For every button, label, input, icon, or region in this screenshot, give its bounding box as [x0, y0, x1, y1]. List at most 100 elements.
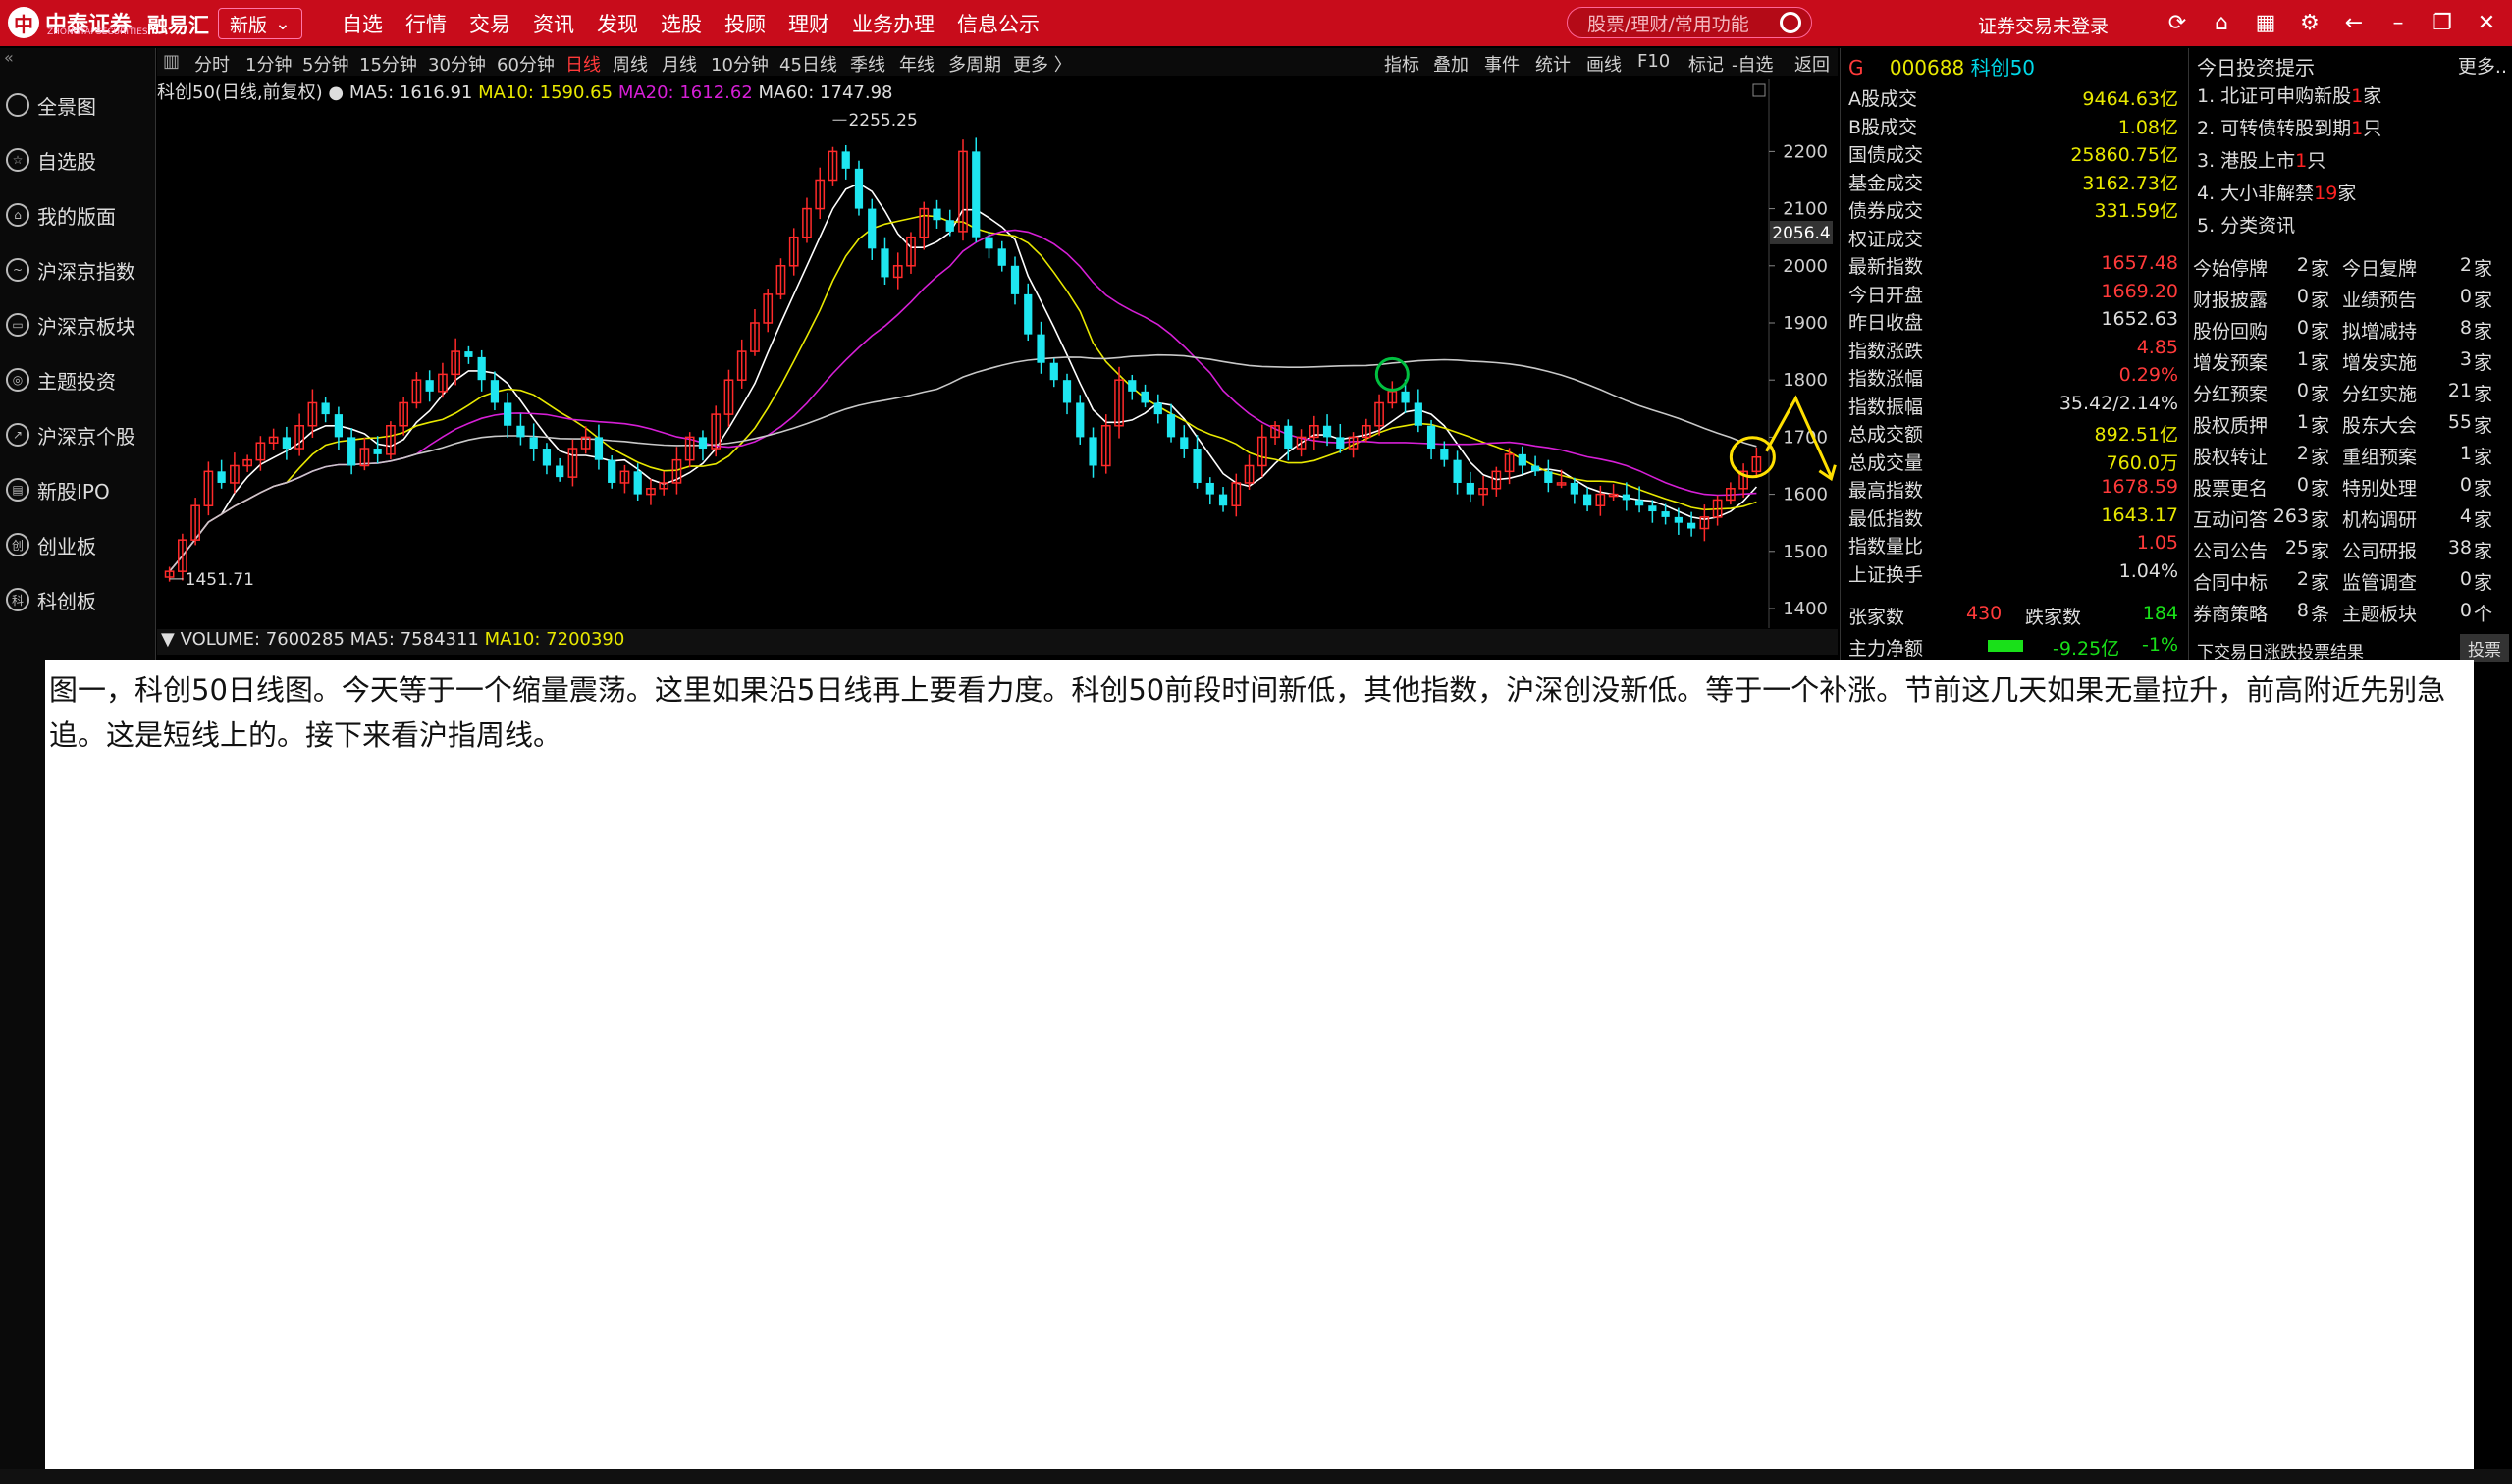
- period-tab[interactable]: 分时: [194, 51, 230, 77]
- tip-grid-cell[interactable]: 监管调查: [2342, 568, 2417, 598]
- tip-grid-cell[interactable]: 个: [2474, 600, 2492, 629]
- tip-grid-cell[interactable]: 机构调研: [2342, 505, 2417, 535]
- tip-grid-cell[interactable]: 增发实施: [2342, 348, 2417, 378]
- tool-button[interactable]: -自选: [1732, 51, 1774, 77]
- tip-grid-cell[interactable]: 家: [2311, 411, 2329, 441]
- period-tab[interactable]: 30分钟: [428, 51, 486, 77]
- tip-item[interactable]: 3. 港股上市1只: [2197, 146, 2325, 176]
- tip-grid-cell[interactable]: 1: [2248, 411, 2309, 441]
- tip-grid-cell[interactable]: 8: [2415, 317, 2472, 346]
- tip-grid-cell[interactable]: 2: [2415, 254, 2472, 284]
- tip-grid-cell[interactable]: 家: [2311, 537, 2329, 566]
- tip-grid-cell[interactable]: 条: [2311, 600, 2329, 629]
- menu-item[interactable]: 业务办理: [849, 9, 954, 38]
- vote-button[interactable]: 投票: [2460, 634, 2509, 662]
- grid-icon[interactable]: ▦: [2253, 10, 2278, 35]
- tip-item[interactable]: 1. 北证可申购新股1家: [2197, 81, 2381, 111]
- tip-grid-cell[interactable]: 1: [2415, 443, 2472, 472]
- period-tab[interactable]: 45日线: [779, 51, 837, 77]
- nav-item-star[interactable]: 科科创板: [0, 572, 155, 627]
- tip-grid-cell[interactable]: 家: [2474, 568, 2492, 598]
- period-tab[interactable]: 10分钟: [711, 51, 769, 77]
- nav-item-chinext[interactable]: 创创业板: [0, 517, 155, 572]
- tip-grid-cell[interactable]: 主题板块: [2342, 600, 2417, 629]
- period-tab[interactable]: 15分钟: [359, 51, 417, 77]
- tip-grid-cell[interactable]: 家: [2311, 254, 2329, 284]
- layout-icon[interactable]: ▥: [163, 51, 180, 72]
- tool-button[interactable]: 返回: [1794, 51, 1830, 77]
- menu-item[interactable]: 选股: [658, 9, 722, 38]
- tip-grid-cell[interactable]: 家: [2474, 286, 2492, 315]
- tip-grid-cell[interactable]: 家: [2474, 348, 2492, 378]
- tip-grid-cell[interactable]: 家: [2311, 505, 2329, 535]
- tip-grid-cell[interactable]: 业绩预告: [2342, 286, 2417, 315]
- back-arrow-icon[interactable]: ←: [2341, 10, 2367, 35]
- tool-button[interactable]: 标记: [1688, 51, 1724, 77]
- tip-grid-cell[interactable]: 263: [2248, 505, 2309, 535]
- tip-grid-cell[interactable]: 家: [2311, 474, 2329, 504]
- tool-button[interactable]: 叠加: [1433, 51, 1469, 77]
- tip-grid-cell[interactable]: 0: [2415, 286, 2472, 315]
- tip-grid-cell[interactable]: 家: [2474, 380, 2492, 409]
- restore-icon[interactable]: ❐: [2430, 10, 2455, 35]
- period-tab[interactable]: 多周期: [948, 51, 1001, 77]
- volume-collapse-icon[interactable]: ▼: [161, 629, 175, 650]
- tool-button[interactable]: 指标: [1384, 51, 1419, 77]
- menu-item[interactable]: 信息公示: [954, 9, 1059, 38]
- tip-grid-cell[interactable]: 55: [2415, 411, 2472, 441]
- brand-name[interactable]: 融易汇: [147, 10, 209, 39]
- tip-grid-cell[interactable]: 公司研报: [2342, 537, 2417, 566]
- tip-grid-cell[interactable]: 8: [2248, 600, 2309, 629]
- period-tab[interactable]: 1分钟: [245, 51, 292, 77]
- tip-grid-cell[interactable]: 2: [2248, 568, 2309, 598]
- tool-button[interactable]: 统计: [1535, 51, 1571, 77]
- tip-grid-cell[interactable]: 1: [2248, 348, 2309, 378]
- menu-item[interactable]: 发现: [594, 9, 658, 38]
- nav-item-sectors[interactable]: ▭ 沪深京板块: [0, 297, 155, 352]
- period-tab-active[interactable]: 日线: [565, 51, 601, 77]
- tip-item[interactable]: 2. 可转债转股到期1只: [2197, 114, 2381, 143]
- tip-grid-cell[interactable]: 0: [2248, 474, 2309, 504]
- nav-item-watchlist[interactable]: ☆ 自选股: [0, 132, 155, 187]
- tool-button[interactable]: 事件: [1484, 51, 1520, 77]
- tip-grid-cell[interactable]: 家: [2474, 411, 2492, 441]
- tip-grid-cell[interactable]: 家: [2311, 286, 2329, 315]
- tip-grid-cell[interactable]: 0: [2415, 474, 2472, 504]
- tool-button[interactable]: F10: [1637, 51, 1670, 72]
- nav-item-index[interactable]: ~ 沪深京指数: [0, 242, 155, 297]
- nav-item-my-layout[interactable]: ⌂ 我的版面: [0, 187, 155, 242]
- tip-grid-cell[interactable]: 今日复牌: [2342, 254, 2417, 284]
- tip-grid-cell[interactable]: 家: [2474, 443, 2492, 472]
- tip-grid-cell[interactable]: 家: [2311, 380, 2329, 409]
- login-status[interactable]: 证券交易未登录: [1978, 12, 2109, 38]
- collapse-icon[interactable]: «: [4, 48, 14, 67]
- nav-item-overview[interactable]: 全景图: [0, 78, 155, 132]
- menu-item[interactable]: 行情: [402, 9, 466, 38]
- tip-grid-cell[interactable]: 2: [2248, 254, 2309, 284]
- tip-grid-cell[interactable]: 0: [2415, 600, 2472, 629]
- period-tab[interactable]: 5分钟: [302, 51, 348, 77]
- tip-grid-cell[interactable]: 0: [2415, 568, 2472, 598]
- tip-grid-cell[interactable]: 家: [2311, 443, 2329, 472]
- tip-grid-cell[interactable]: 重组预案: [2342, 443, 2417, 472]
- nav-item-ipo[interactable]: ▤ 新股IPO: [0, 462, 155, 517]
- tip-item[interactable]: 5. 分类资讯: [2197, 211, 2295, 240]
- nav-item-themes[interactable]: ◎ 主题投资: [0, 352, 155, 407]
- tip-grid-cell[interactable]: 家: [2311, 348, 2329, 378]
- tip-grid-cell[interactable]: 0: [2248, 286, 2309, 315]
- period-tab[interactable]: 年线: [899, 51, 935, 77]
- shirt-icon[interactable]: ⌂: [2209, 10, 2234, 35]
- tip-grid-cell[interactable]: 家: [2474, 317, 2492, 346]
- tip-grid-cell[interactable]: 0: [2248, 317, 2309, 346]
- period-tab[interactable]: 60分钟: [497, 51, 555, 77]
- menu-item[interactable]: 理财: [785, 9, 849, 38]
- tip-grid-cell[interactable]: 特别处理: [2342, 474, 2417, 504]
- search-input[interactable]: 股票/理财/常用功能: [1567, 7, 1812, 38]
- minimize-icon[interactable]: –: [2385, 10, 2411, 35]
- refresh-icon[interactable]: ⟳: [2165, 10, 2190, 35]
- menu-item[interactable]: 交易: [466, 9, 530, 38]
- tool-button[interactable]: 画线: [1586, 51, 1622, 77]
- tip-grid-cell[interactable]: 21: [2415, 380, 2472, 409]
- period-tab-more[interactable]: 更多 〉: [1013, 51, 1072, 77]
- menu-item[interactable]: 投顾: [722, 9, 785, 38]
